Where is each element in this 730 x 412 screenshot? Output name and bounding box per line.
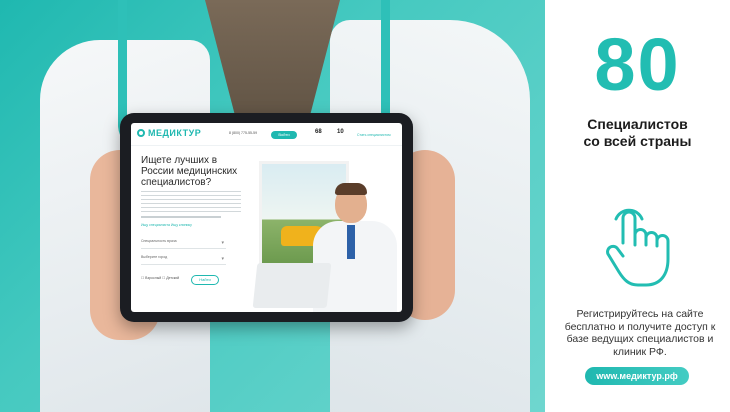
specialty-select[interactable]: Специальность врача	[141, 239, 226, 249]
stat-value: 10	[337, 129, 344, 135]
site-logo[interactable]: МЕДИКТУР	[148, 128, 201, 138]
website-button[interactable]: www.медиктур.рф	[585, 367, 689, 385]
age-checkboxes[interactable]: ☐ Взрослый ☐ Детский	[141, 276, 179, 280]
become-specialist-link[interactable]: Стать специалистом	[357, 133, 391, 137]
site-header: МЕДИКТУР 8 (800) 775-55-59 Войти 68 10 С…	[131, 123, 402, 146]
header-phone: 8 (800) 775-55-59	[229, 131, 258, 135]
tablet-screen: МЕДИКТУР 8 (800) 775-55-59 Войти 68 10 С…	[131, 123, 402, 312]
search-tabs[interactable]: Ищу специалиста Ищу клинику	[141, 223, 192, 227]
specialists-count: 80	[594, 23, 681, 106]
promo-description: Регистрируйтесь на сайте бесплатно и пол…	[564, 308, 716, 358]
login-button[interactable]: Войти	[271, 131, 297, 139]
city-select[interactable]: Выберите город	[141, 255, 226, 265]
tap-hand-icon	[606, 208, 670, 287]
find-button[interactable]: Найти	[191, 275, 219, 285]
shirt	[205, 0, 340, 130]
subtitle-line: со всей страны	[583, 133, 692, 149]
hero-title: Ищете лучших в России медицинских специа…	[141, 155, 238, 188]
logo-icon	[137, 129, 145, 137]
doctor-photo: МЕДИКТУР 8 (800) 775-55-59 Войти 68 10 С…	[0, 0, 545, 412]
search-caption	[141, 216, 221, 218]
promo-subtitle: Специалистов со всей страны	[545, 116, 730, 150]
laptop-illustration	[252, 263, 332, 308]
hero-description	[141, 191, 241, 213]
stat-value: 68	[315, 129, 322, 135]
subtitle-line: Специалистов	[587, 116, 688, 132]
tablet: МЕДИКТУР 8 (800) 775-55-59 Войти 68 10 С…	[120, 113, 413, 322]
